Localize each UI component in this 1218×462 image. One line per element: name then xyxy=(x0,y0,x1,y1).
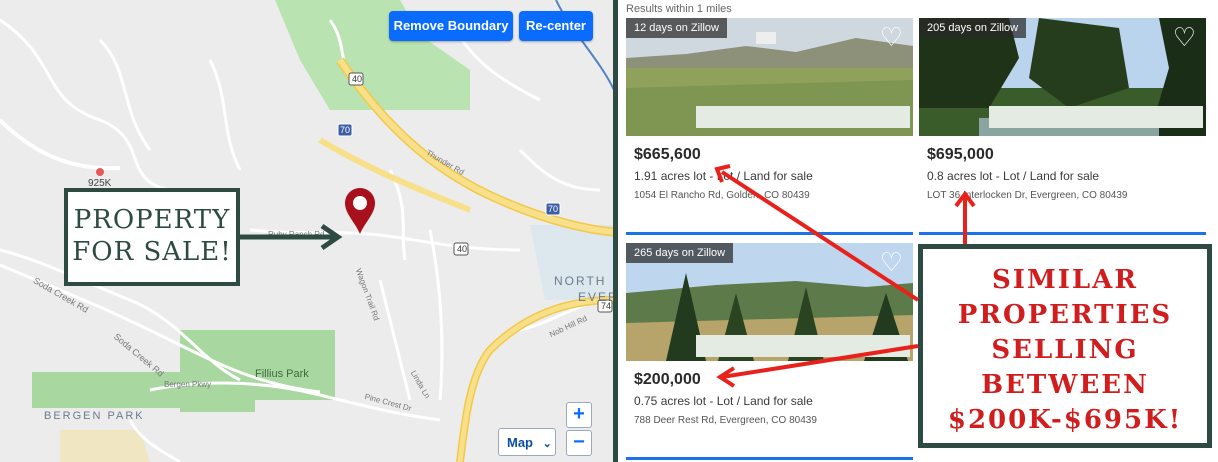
listing-card[interactable]: 205 days on Zillow ♡ $695,000 0.8 acres … xyxy=(919,18,1206,236)
photo-overlay xyxy=(696,335,910,357)
card-accent xyxy=(919,232,1206,235)
listing-details: 0.8 acres lot - Lot / Land for sale xyxy=(927,169,1100,183)
hwy-40-label-2: 40 xyxy=(457,244,468,254)
callout-line: FOR SALE! xyxy=(72,237,232,267)
listing-card[interactable]: 265 days on Zillow ♡ $200,000 0.75 acres… xyxy=(626,243,913,462)
listing-address[interactable]: 1054 El Rancho Rd, Golden, CO 80439 xyxy=(634,190,810,201)
listing-details: 0.75 acres lot - Lot / Land for sale xyxy=(634,394,813,408)
listing-photo[interactable]: 265 days on Zillow ♡ xyxy=(626,243,913,361)
map-type-select[interactable]: Map ⌄ xyxy=(498,428,556,456)
card-accent xyxy=(626,457,913,460)
hwy-70-label-2: 70 xyxy=(548,204,559,214)
days-badge: 205 days on Zillow xyxy=(919,18,1027,38)
days-badge: 12 days on Zillow xyxy=(626,18,727,38)
listing-card[interactable]: 12 days on Zillow ♡ $665,600 1.91 acres … xyxy=(626,18,913,236)
listing-details: 1.91 acres lot - Lot / Land for sale xyxy=(634,169,813,183)
days-badge: 265 days on Zillow xyxy=(626,243,734,263)
listing-price[interactable]: $200,000 xyxy=(634,371,701,389)
card-accent xyxy=(626,232,913,235)
heart-outline-icon[interactable]: ♡ xyxy=(880,24,903,50)
zoom-in-button[interactable]: + xyxy=(566,402,592,428)
map-pane[interactable]: 40 70 40 70 74 925K Ruby Ranch Rd Thunde… xyxy=(0,0,614,462)
similar-properties-callout: SIMILAR PROPERTIES SELLING BETWEEN $200K… xyxy=(918,244,1212,448)
price-marker-dot[interactable] xyxy=(96,168,104,176)
north-label: NORTH xyxy=(554,274,607,288)
photo-overlay xyxy=(696,106,910,128)
hwy-70-label: 70 xyxy=(340,125,351,135)
results-note: Results within 1 miles xyxy=(626,3,732,15)
teal-arrow xyxy=(240,223,343,251)
listing-address[interactable]: 788 Deer Rest Rd, Evergreen, CO 80439 xyxy=(634,415,817,426)
chevron-down-icon: ⌄ xyxy=(542,438,552,450)
listing-price[interactable]: $695,000 xyxy=(927,146,994,164)
listing-address[interactable]: LOT 36 Interlocken Dr, Evergreen, CO 804… xyxy=(927,190,1127,201)
listing-price[interactable]: $665,600 xyxy=(634,146,701,164)
callout-line: PROPERTIES xyxy=(957,300,1173,330)
fillius-park-label: Fillius Park xyxy=(255,368,309,380)
listing-photo[interactable]: 12 days on Zillow ♡ xyxy=(626,18,913,136)
callout-line: PROPERTY xyxy=(73,205,231,235)
callout-line: SIMILAR xyxy=(992,265,1138,295)
photo-overlay xyxy=(989,106,1203,128)
bergen-park-label: BERGEN PARK xyxy=(44,410,145,422)
heart-outline-icon[interactable]: ♡ xyxy=(1173,24,1196,50)
heart-outline-icon[interactable]: ♡ xyxy=(880,249,903,275)
ever-label: EVER xyxy=(578,290,614,304)
zoom-out-button[interactable]: − xyxy=(566,430,592,456)
callout-line: BETWEEN xyxy=(981,370,1149,400)
bergen-pkwy-label: Bergen Pkwy xyxy=(164,380,212,389)
callout-line: SELLING xyxy=(991,335,1139,365)
callout-line: $200K-$695K! xyxy=(947,405,1183,435)
recenter-button[interactable]: Re-center xyxy=(519,11,593,41)
north-evergreen-area xyxy=(530,225,614,300)
listing-photo[interactable]: 205 days on Zillow ♡ xyxy=(919,18,1206,136)
hwy-40-label: 40 xyxy=(352,74,363,84)
property-for-sale-callout: PROPERTY FOR SALE! xyxy=(64,188,240,286)
map-type-label: Map xyxy=(507,435,533,450)
remove-boundary-button[interactable]: Remove Boundary xyxy=(389,11,513,41)
bergen-park-area xyxy=(60,430,150,462)
